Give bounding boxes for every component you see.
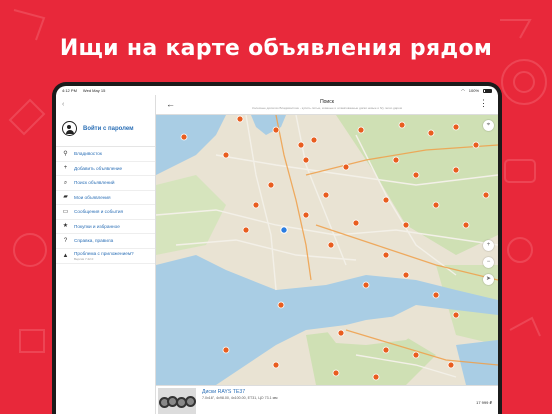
listing-map-marker[interactable]	[252, 201, 260, 209]
promo-headline: Ищи на карте объявления рядом	[59, 36, 493, 61]
location-pin-icon: ⚲	[63, 150, 68, 157]
listing-map-marker[interactable]	[398, 121, 406, 129]
listing-map-marker[interactable]	[327, 241, 335, 249]
login-button[interactable]: Войти с паролем	[83, 126, 134, 132]
listing-price: 17 999 ₽	[476, 400, 492, 405]
listing-map-marker[interactable]	[432, 201, 440, 209]
listing-map-marker[interactable]	[267, 181, 275, 189]
sidebar-item-add-listing[interactable]: + Добавить объявление	[56, 162, 155, 176]
message-icon: ▭	[62, 208, 69, 215]
sidebar-item-label: Поиск объявлений	[74, 180, 115, 186]
listing-map-marker[interactable]	[452, 123, 460, 131]
listing-map-marker[interactable]	[427, 129, 435, 137]
listing-map-marker[interactable]	[402, 221, 410, 229]
listing-map-marker[interactable]	[180, 133, 188, 141]
listing-map-marker[interactable]	[482, 191, 490, 199]
avatar-icon	[62, 121, 77, 136]
sidebar-item-help[interactable]: ? Справка, правила	[56, 234, 155, 249]
page-subtitle: Колесные диски во Владивостоке - купить …	[252, 106, 402, 110]
listing-map-marker[interactable]	[277, 301, 285, 309]
listing-map-marker[interactable]	[382, 346, 390, 354]
listing-title[interactable]: Диски RAYS TE37	[202, 389, 245, 395]
listing-map-marker[interactable]	[222, 151, 230, 159]
status-bar: 4:12 PM Wed May 15 ◠ 100%	[56, 86, 498, 95]
sidebar-item-label: Справка, правила	[74, 238, 114, 244]
star-icon: ★	[62, 223, 69, 230]
listing-map-marker[interactable]	[310, 136, 318, 144]
map-view[interactable]: ⌖ + − ➤	[156, 115, 498, 385]
sidebar-item-label: Владивосток	[74, 151, 102, 157]
listing-map-marker[interactable]	[337, 329, 345, 337]
listing-map-marker[interactable]	[452, 166, 460, 174]
app-version: Версия 7.22.0	[74, 256, 94, 261]
status-date: Wed May 15	[82, 88, 106, 93]
listing-map-marker[interactable]	[362, 281, 370, 289]
listing-map-marker[interactable]	[272, 361, 280, 369]
zoom-out-button[interactable]: −	[483, 257, 494, 268]
listing-map-marker[interactable]	[332, 369, 340, 377]
listing-description: 7.0x16", 4x98.00, 4x100.00, ET31, ЦО 73.…	[202, 396, 278, 400]
battery-icon	[483, 88, 492, 93]
wifi-icon: ◠	[461, 88, 465, 93]
sidebar-item-my-listings[interactable]: ▰ Мои объявления	[56, 191, 155, 205]
listing-map-marker[interactable]	[297, 141, 305, 149]
map-canvas[interactable]	[156, 115, 498, 385]
my-location-button[interactable]: ➤	[483, 274, 494, 285]
listing-map-marker[interactable]	[452, 311, 460, 319]
top-bar: ← Поиск Колесные диски во Владивостоке -…	[156, 95, 498, 115]
listing-map-marker[interactable]	[412, 171, 420, 179]
listing-map-marker[interactable]	[272, 126, 280, 134]
sidebar-item-city[interactable]: ⚲ Владивосток	[56, 147, 155, 162]
listing-map-marker[interactable]	[472, 141, 480, 149]
listing-map-marker[interactable]	[372, 373, 380, 381]
more-options-icon[interactable]: ⋮	[479, 98, 488, 109]
sidebar-item-label: Сообщения и события	[74, 209, 124, 215]
warning-icon: ▲	[62, 252, 69, 259]
status-time: 4:12 PM	[62, 88, 77, 93]
listing-map-marker[interactable]	[302, 156, 310, 164]
listing-map-marker[interactable]	[322, 191, 330, 199]
zoom-in-button[interactable]: +	[483, 240, 494, 251]
sidebar-item-label: Проблема с приложением?	[74, 250, 134, 256]
listing-map-marker[interactable]	[222, 346, 230, 354]
listing-map-marker[interactable]	[447, 361, 455, 369]
login-row[interactable]: Войти с паролем	[56, 114, 155, 147]
listing-map-marker[interactable]	[462, 221, 470, 229]
listing-map-marker[interactable]	[402, 271, 410, 279]
sidebar-item-label: Покупки и избранное	[74, 223, 120, 229]
listing-map-marker[interactable]	[357, 126, 365, 134]
listing-map-marker[interactable]	[342, 163, 350, 171]
sidebar-item-search[interactable]: ⌕ Поиск объявлений	[56, 176, 155, 191]
app-screen: 4:12 PM Wed May 15 ◠ 100% ‹ Войти с паро…	[56, 86, 498, 414]
listing-map-marker[interactable]	[432, 291, 440, 299]
search-icon: ⌕	[63, 179, 68, 186]
listing-card[interactable]: Диски RAYS TE37 7.0x16", 4x98.00, 4x100.…	[156, 385, 498, 414]
my-location-marker	[280, 226, 288, 234]
sidebar-item-label: Мои объявления	[74, 194, 111, 200]
page-title: Поиск	[320, 99, 334, 105]
listing-map-marker[interactable]	[236, 115, 244, 123]
listing-map-marker[interactable]	[412, 351, 420, 359]
listing-map-marker[interactable]	[382, 251, 390, 259]
sidebar: ‹ Войти с паролем ⚲ Владивосток + Добави…	[56, 95, 156, 414]
folder-icon: ▰	[63, 194, 68, 201]
help-icon: ?	[63, 237, 68, 244]
listing-map-marker[interactable]	[352, 219, 360, 227]
battery-percent: 100%	[468, 88, 479, 93]
listing-map-marker[interactable]	[392, 156, 400, 164]
listing-photo	[158, 388, 196, 414]
compass-button[interactable]: ⌖	[483, 120, 494, 131]
sidebar-item-messages[interactable]: ▭ Сообщения и события	[56, 205, 155, 220]
listing-map-marker[interactable]	[242, 226, 250, 234]
listing-map-marker[interactable]	[382, 196, 390, 204]
main-panel: ← Поиск Колесные диски во Владивостоке -…	[156, 95, 498, 414]
plus-icon: +	[63, 165, 68, 172]
sidebar-item-report-problem[interactable]: ▲ Проблема с приложением? Версия 7.22.0	[56, 249, 155, 264]
sidebar-item-label: Добавить объявление	[74, 165, 123, 171]
sidebar-item-favorites[interactable]: ★ Покупки и избранное	[56, 220, 155, 234]
listing-map-marker[interactable]	[302, 211, 310, 219]
collapse-sidebar-icon[interactable]: ‹	[62, 101, 64, 108]
